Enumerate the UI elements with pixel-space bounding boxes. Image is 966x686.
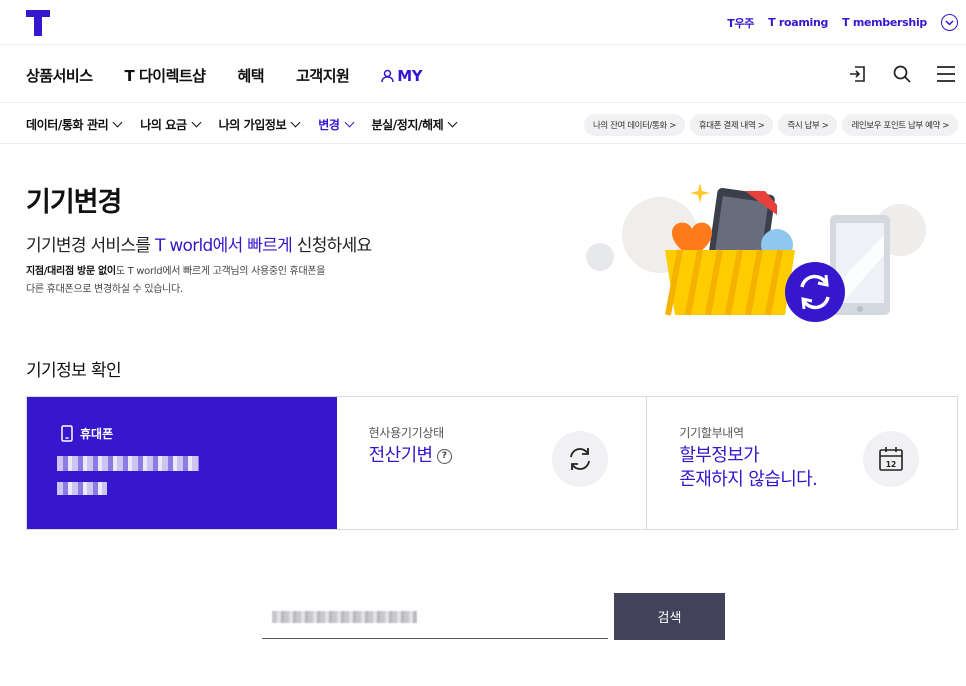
- device-status-card: 현사용기기상태 전산기변 ?: [337, 397, 648, 529]
- search-icon[interactable]: [890, 62, 914, 86]
- util-link-tmembership[interactable]: T membership: [842, 16, 927, 29]
- masked-search-value: [272, 611, 417, 623]
- hero-subtitle-pre: 기기변경 서비스를: [26, 236, 155, 256]
- quick-link-instant-pay[interactable]: 즉시 납부 >: [778, 114, 838, 136]
- subnav-item-label: 나의 가입정보: [218, 118, 287, 132]
- gnb-item-support[interactable]: 고객지원: [296, 65, 350, 86]
- chevron-down-icon: [290, 117, 301, 128]
- subnav-item-data-call[interactable]: 데이터/통화 관리: [26, 116, 123, 133]
- calendar-icon: 12: [863, 431, 920, 487]
- hero-subtitle: 기기변경 서비스를 T world에서 빠르게 신청하세요: [26, 231, 372, 256]
- installment-card-value: 할부정보가 존재하지 않습니다.: [679, 444, 818, 492]
- hero-desc-line1: 도 T world에서 빠르게 고객님의 사용중인 휴대폰을: [115, 266, 326, 277]
- util-link-troaming[interactable]: T roaming: [768, 16, 828, 29]
- hero-desc-line2: 다른 휴대폰으로 변경하실 수 있습니다.: [26, 284, 183, 295]
- gnb-my-label: MY: [397, 66, 423, 85]
- gnb-item-products[interactable]: 상품서비스: [26, 65, 93, 86]
- menu-icon[interactable]: [934, 62, 958, 86]
- quick-link-remaining-data[interactable]: 나의 잔여 데이터/통화 >: [583, 114, 685, 136]
- installment-card-label: 기기할부내역: [679, 426, 744, 440]
- quick-link-phone-payment[interactable]: 휴대폰 결제 내역 >: [689, 114, 774, 136]
- smartphone-icon: [61, 425, 73, 442]
- chevron-down-icon: [112, 117, 123, 128]
- top-utility-bar: T우주 T roaming T membership: [0, 0, 966, 45]
- masked-phone-number: [57, 456, 199, 471]
- help-icon[interactable]: ?: [436, 448, 452, 464]
- chevron-down-icon: [344, 117, 354, 128]
- subnav-item-lost-suspend[interactable]: 분실/정지/해제: [371, 116, 458, 133]
- refresh-icon: [552, 431, 609, 487]
- chevron-down-icon: [447, 117, 458, 128]
- status-value-text: 전산기변: [368, 445, 433, 466]
- section-title-device-info: 기기정보 확인: [26, 361, 122, 381]
- phone-card-label: 휴대폰: [80, 427, 114, 441]
- hero-subtitle-post: 신청하세요: [292, 236, 372, 256]
- sub-navigation: 데이터/통화 관리 나의 요금 나의 가입정보 변경 분실/정지/해제 나의 잔…: [0, 104, 966, 144]
- device-change-illustration: [586, 183, 926, 322]
- installment-value-line2: 존재하지 않습니다.: [679, 469, 818, 490]
- installment-value-line1: 할부정보가: [679, 445, 760, 466]
- user-icon: [381, 69, 395, 82]
- hero-desc-bold: 지점/대리점 방문 없이: [26, 266, 116, 277]
- status-card-label: 현사용기기상태: [368, 426, 444, 440]
- quick-link-rainbow-point[interactable]: 레인보우 포인트 납부 예약 >: [842, 114, 958, 136]
- subnav-item-my-subscription[interactable]: 나의 가입정보: [218, 116, 301, 133]
- phone-number-card: 휴대폰: [27, 397, 337, 529]
- chevron-down-circle-icon[interactable]: [941, 14, 958, 31]
- subnav-item-label: 데이터/통화 관리: [26, 118, 109, 132]
- hero-subtitle-highlight: T world에서 빠르게: [154, 236, 293, 256]
- logout-icon[interactable]: [846, 62, 870, 86]
- subnav-item-change[interactable]: 변경: [318, 116, 354, 133]
- main-navigation: 상품서비스 T 다이렉트샵 혜택 고객지원 MY: [0, 46, 966, 103]
- chevron-down-icon: [191, 117, 202, 128]
- util-link-tuju[interactable]: T우주: [727, 15, 754, 31]
- installment-card: 기기할부내역 할부정보가 존재하지 않습니다. 12: [647, 397, 957, 529]
- search-button[interactable]: 검색: [614, 593, 725, 640]
- calendar-day-text: 12: [886, 460, 896, 469]
- subnav-item-my-fee[interactable]: 나의 요금: [140, 116, 202, 133]
- subnav-item-label: 나의 요금: [140, 118, 187, 132]
- masked-phone-model: [57, 482, 107, 495]
- subnav-item-label: 분실/정지/해제: [371, 118, 444, 132]
- gnb-item-direct-shop[interactable]: T 다이렉트샵: [125, 65, 206, 86]
- gnb-item-benefits[interactable]: 혜택: [237, 65, 264, 86]
- subnav-item-label: 변경: [318, 118, 340, 132]
- device-info-cards: 휴대폰 현사용기기상태 전산기변 ? 기기할부내역 할부정보가 존재하지 않습니…: [26, 396, 958, 530]
- t-world-logo[interactable]: [26, 10, 50, 36]
- status-card-value: 전산기변 ?: [369, 444, 452, 468]
- phone-label: 휴대폰: [61, 425, 113, 442]
- hero-description: 지점/대리점 방문 없이도 T world에서 빠르게 고객님의 사용중인 휴대…: [26, 263, 325, 299]
- page-title: 기기변경: [26, 187, 122, 218]
- gnb-item-my[interactable]: MY: [381, 66, 423, 85]
- utility-links: T우주 T roaming T membership: [727, 14, 958, 31]
